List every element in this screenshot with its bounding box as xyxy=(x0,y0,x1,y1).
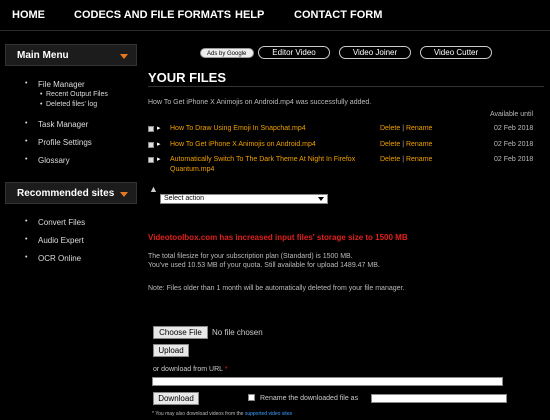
up-arrow-icon: ▲ xyxy=(149,184,158,194)
rename-link[interactable]: Rename xyxy=(406,156,432,163)
file-link[interactable]: Automatically Switch To The Dark Theme A… xyxy=(170,156,355,163)
select-action-dropdown[interactable]: Select action xyxy=(160,194,328,204)
bullet-icon: • xyxy=(40,101,43,108)
dropdown-arrow-icon xyxy=(120,192,128,197)
file-link[interactable]: How To Draw Using Emoji In Snapchat.mp4 xyxy=(170,125,306,132)
sidebar-item-audio-expert[interactable]: Audio Expert xyxy=(38,236,84,245)
rename-label: Rename the downloaded file as xyxy=(260,395,359,402)
auto-delete-note: Note: Files older than 1 month will be a… xyxy=(148,285,405,292)
delete-link[interactable]: Delete xyxy=(380,141,400,148)
footnote: * You may also download videos from the … xyxy=(152,411,292,417)
file-date: 02 Feb 2018 xyxy=(494,156,534,163)
file-date: 02 Feb 2018 xyxy=(494,141,534,148)
quota-line-2: You've used 10.53 MB of your quota. Stil… xyxy=(148,262,380,269)
rename-checkbox[interactable] xyxy=(248,394,255,401)
sidebar-item-profile-settings[interactable]: Profile Settings xyxy=(38,138,92,147)
rename-link[interactable]: Rename xyxy=(406,141,432,148)
ad-editor-video-button[interactable]: Editor Video xyxy=(258,46,330,59)
rename-link[interactable]: Rename xyxy=(406,125,432,132)
bullet-icon: • xyxy=(25,236,28,243)
bullet-icon: • xyxy=(25,138,28,145)
ad-video-joiner-button[interactable]: Video Joiner xyxy=(339,46,411,59)
download-button[interactable]: Download xyxy=(153,392,199,405)
play-arrow-icon: ▸ xyxy=(157,141,161,148)
nav-home[interactable]: HOME xyxy=(12,9,45,21)
rename-input[interactable] xyxy=(371,394,507,403)
recommended-title: Recommended sites xyxy=(17,188,115,199)
file-actions: Delete | Rename xyxy=(380,156,433,163)
file-checkbox[interactable] xyxy=(148,126,154,132)
ads-by-google-label[interactable]: Ads by Google xyxy=(200,48,254,58)
sidebar-item-file-manager[interactable]: File Manager xyxy=(38,80,85,89)
play-arrow-icon: ▸ xyxy=(157,125,161,132)
available-until-header: Available until xyxy=(490,111,534,118)
no-file-chosen-text: No file chosen xyxy=(212,328,263,337)
nav-contact[interactable]: CONTACT FORM xyxy=(294,9,382,21)
nav-codecs[interactable]: CODECS AND FILE FORMATS xyxy=(74,9,231,21)
sidebar-item-deleted-log[interactable]: Deleted files' log xyxy=(46,101,97,108)
bullet-icon: • xyxy=(25,254,28,261)
choose-file-button[interactable]: Choose File xyxy=(153,326,208,339)
url-input[interactable] xyxy=(152,377,503,386)
sidebar-item-convert-files[interactable]: Convert Files xyxy=(38,218,85,227)
dropdown-arrow-icon xyxy=(120,54,128,59)
select-action-value: Select action xyxy=(164,195,205,202)
bullet-icon: • xyxy=(40,91,43,98)
added-message: How To Get iPhone X Animojis on Android.… xyxy=(148,99,372,106)
nav-divider xyxy=(0,30,550,31)
main-menu-header[interactable]: Main Menu xyxy=(5,44,137,66)
quota-line-1: The total filesize for your subscription… xyxy=(148,253,353,260)
footnote-text: * You may also download videos from the xyxy=(152,411,244,417)
play-arrow-icon: ▸ xyxy=(157,156,161,163)
title-divider xyxy=(148,86,544,87)
sidebar-item-glossary[interactable]: Glossary xyxy=(38,156,70,165)
nav-help[interactable]: HELP xyxy=(235,9,264,21)
upload-button[interactable]: Upload xyxy=(153,344,189,357)
chevron-down-icon xyxy=(318,197,324,201)
page-title: YOUR FILES xyxy=(148,70,227,85)
file-actions: Delete | Rename xyxy=(380,141,433,148)
file-actions: Delete | Rename xyxy=(380,125,433,132)
bullet-icon: • xyxy=(25,156,28,163)
delete-link[interactable]: Delete xyxy=(380,125,400,132)
file-date: 02 Feb 2018 xyxy=(494,125,534,132)
ad-video-cutter-button[interactable]: Video Cutter xyxy=(420,46,492,59)
top-nav: HOME CODECS AND FILE FORMATS HELP CONTAC… xyxy=(0,0,550,30)
file-link-continued[interactable]: Quantum.mp4 xyxy=(170,166,214,173)
file-checkbox[interactable] xyxy=(148,157,154,163)
bullet-icon: • xyxy=(25,120,28,127)
sidebar-item-task-manager[interactable]: Task Manager xyxy=(38,120,88,129)
main-menu-title: Main Menu xyxy=(17,50,69,61)
delete-link[interactable]: Delete xyxy=(380,156,400,163)
download-url-text: or download from URL xyxy=(153,366,223,373)
download-url-label: or download from URL * xyxy=(153,366,227,373)
storage-warning: Videotoolbox.com has increased input fil… xyxy=(148,233,408,242)
sidebar-item-recent-output[interactable]: Recent Output Files xyxy=(46,91,108,98)
bullet-icon: • xyxy=(25,80,28,87)
file-link[interactable]: How To Get iPhone X Animojis on Android.… xyxy=(170,141,316,148)
sidebar-item-ocr-online[interactable]: OCR Online xyxy=(38,254,81,263)
bullet-icon: • xyxy=(25,218,28,225)
supported-sites-link[interactable]: supported video sites xyxy=(245,411,292,417)
recommended-header[interactable]: Recommended sites xyxy=(5,182,137,204)
file-checkbox[interactable] xyxy=(148,142,154,148)
required-marker: * xyxy=(224,366,228,373)
